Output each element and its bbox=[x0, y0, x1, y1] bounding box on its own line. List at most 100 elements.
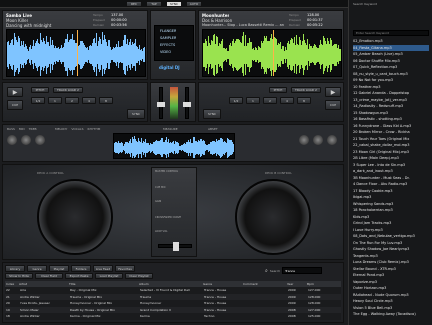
deck-a-loop-buttons: 1/2 1 2 4 8 bbox=[31, 97, 141, 105]
deck-a-jog-wheel[interactable] bbox=[37, 179, 113, 255]
play-icon: ▶ bbox=[330, 89, 336, 96]
tab-genre[interactable]: Genre bbox=[27, 265, 47, 272]
load-playlist-button[interactable]: Load Playlist bbox=[95, 273, 123, 279]
deck-a-transport: ▶ CUE PITCH TRACK LOAD 2 1/2 1 2 4 8 SYN… bbox=[2, 82, 148, 122]
knob[interactable] bbox=[35, 135, 45, 145]
jog-section: DECK A CONTROL DECK B CONTROL MASTER CON… bbox=[2, 164, 344, 260]
library-panel: Library Genre Playlist Folders Live Feed… bbox=[2, 262, 344, 323]
play-icon: ▶ bbox=[12, 89, 18, 96]
table-cell: 125.000 bbox=[308, 314, 321, 318]
deck-a-cue-button[interactable]: CUE bbox=[7, 100, 23, 110]
deck-a-remain-label: Remain bbox=[93, 23, 105, 27]
knob[interactable] bbox=[327, 135, 337, 145]
deck-b-loop-half[interactable]: 1/2 bbox=[229, 97, 243, 104]
display-video[interactable]: VIDEO bbox=[160, 50, 171, 54]
library-actions: Show In Hide Clear Field Export Paste Lo… bbox=[5, 273, 153, 279]
deck-b: Moonhunter Dos & Harrison Moonhunter... … bbox=[198, 10, 344, 80]
rec-button[interactable]: REC bbox=[126, 1, 142, 7]
tab-favorites[interactable]: Favorites bbox=[115, 265, 135, 272]
deck-b-loop-8[interactable]: 8 bbox=[297, 97, 311, 104]
table-cell: Karma - Original Mix bbox=[70, 314, 101, 318]
library-search: ⌕ Search Trance bbox=[265, 267, 323, 274]
sidebar-title: Search Keyword bbox=[353, 2, 378, 6]
deck-b-tempo-label: Tempo bbox=[289, 13, 299, 17]
deck-a-play-button[interactable]: ▶ bbox=[7, 87, 23, 97]
measure-label: MEASURE bbox=[163, 127, 178, 131]
vu-meter bbox=[170, 87, 178, 119]
deck-b-play-button[interactable]: ▶ bbox=[325, 87, 341, 97]
deck-b-transport: SYNC PITCH TRACK LOAD 2 1/2 1 2 4 8 ▶ CU… bbox=[198, 82, 344, 122]
knob[interactable] bbox=[299, 135, 309, 145]
knob[interactable] bbox=[7, 135, 17, 145]
deck-a-track-load[interactable]: TRACK LOAD 2 bbox=[53, 87, 83, 93]
deck-a-tempo-label: Tempo bbox=[93, 13, 103, 17]
deck-a-waveform[interactable] bbox=[6, 29, 146, 77]
sync-button[interactable]: SYNC bbox=[166, 1, 182, 7]
clear-field-button[interactable]: Clear Field bbox=[35, 273, 63, 279]
deck-b-track-load[interactable]: TRACK LOAD 2 bbox=[291, 87, 321, 93]
deck-a-sync-button[interactable]: SYNC bbox=[127, 109, 145, 119]
deck-a-elapsed: 00:00:00 bbox=[111, 18, 127, 22]
fader-b[interactable] bbox=[183, 87, 191, 119]
library-tabs: Library Genre Playlist Folders Live Feed… bbox=[5, 265, 135, 272]
crossfader-curve-label: CROSSFADER CURVE bbox=[155, 216, 182, 219]
deck-a-tempo: 137.00 bbox=[111, 13, 124, 17]
mixer-controls: MASTER CONTROL CUE MIX GAIN CROSSFADER C… bbox=[151, 167, 197, 257]
library-search-label: Search bbox=[269, 268, 281, 273]
display-effects[interactable]: EFFECTS bbox=[160, 43, 175, 47]
deck-a-loop-2[interactable]: 2 bbox=[65, 97, 79, 104]
tab-playlist[interactable]: Playlist bbox=[49, 265, 69, 272]
table-row[interactable]: 18 Andre Winter Karma - Original Mix Karma T… bbox=[5, 313, 341, 320]
loop-vol-label: LOOP VOL bbox=[155, 230, 168, 233]
table-cell: 18 bbox=[6, 314, 10, 318]
knob[interactable] bbox=[313, 135, 323, 145]
browser-sidebar: Search Keyword Enter Search Keyword 02_E… bbox=[348, 0, 432, 325]
deck-b-loop-buttons: 1/2 1 2 4 8 bbox=[229, 97, 319, 105]
deck-a: Samba Live Moon Killer Dancing with midn… bbox=[2, 10, 148, 80]
knob[interactable] bbox=[21, 135, 31, 145]
tap-button[interactable]: TAP bbox=[146, 1, 162, 7]
channel-faders bbox=[150, 82, 196, 122]
deck-b-tempo: 128.00 bbox=[307, 13, 320, 17]
deck-a-pitch-button[interactable]: PITCH bbox=[31, 87, 49, 93]
overview-waveform[interactable] bbox=[113, 133, 235, 159]
search-icon: ⌕ bbox=[265, 267, 268, 274]
deck-a-loop-1[interactable]: 1 bbox=[48, 97, 62, 104]
eq-vocals-label: VOCALS bbox=[71, 127, 84, 131]
sidebar-search-input[interactable]: Enter Search Keyword bbox=[353, 30, 429, 36]
file-list: 02_Emotion.mp3 04_Fiesta_Gitana.mp3 05_Amb… bbox=[353, 38, 429, 323]
deck-b-pitch-button[interactable]: PITCH bbox=[269, 87, 287, 93]
deck-b-loop-4[interactable]: 4 bbox=[280, 97, 294, 104]
deck-a-loop-half[interactable]: 1/2 bbox=[31, 97, 45, 104]
display-sampler[interactable]: SAMPLER bbox=[160, 36, 176, 40]
deck-a-loop-4[interactable]: 4 bbox=[82, 97, 96, 104]
deck-b-waveform[interactable] bbox=[202, 29, 342, 77]
display-flanger[interactable]: FLANGER bbox=[160, 29, 176, 33]
deck-b-sync-button[interactable]: SYNC bbox=[203, 109, 221, 119]
fader-a[interactable] bbox=[157, 87, 165, 119]
deck-a-control-label: DECK A CONTROL bbox=[37, 171, 64, 175]
deck-a-loop-8[interactable]: 8 bbox=[99, 97, 113, 104]
library-search-input[interactable]: Trance bbox=[282, 267, 323, 274]
clear-playlist-button[interactable]: Clear Playlist bbox=[125, 273, 153, 279]
tab-live-feed[interactable]: Live Feed bbox=[93, 265, 113, 272]
library-table: Index Artist Title Album Genre Comment Y… bbox=[5, 281, 341, 322]
deck-b-jog-wheel[interactable] bbox=[235, 179, 311, 255]
auto-button[interactable]: AUTO bbox=[186, 1, 202, 7]
center-display: FLANGER SAMPLER EFFECTS VIDEO digital DJ bbox=[150, 10, 196, 80]
eq-rhythm-label: RHYTHM bbox=[87, 127, 101, 131]
table-cell: Andre Winter bbox=[20, 314, 40, 318]
app-logo: digital DJ bbox=[159, 65, 180, 70]
tab-library[interactable]: Library bbox=[5, 265, 25, 272]
deck-b-elapsed: 00:01:37 bbox=[307, 18, 323, 22]
table-cell: 2008 bbox=[288, 314, 296, 318]
show-hide-button[interactable]: Show In Hide bbox=[5, 273, 33, 279]
deck-b-loop-1[interactable]: 1 bbox=[246, 97, 260, 104]
tab-folders[interactable]: Folders bbox=[71, 265, 91, 272]
file-list-item[interactable]: The Egg - Walking Away (Tocadisco) bbox=[353, 311, 429, 318]
crossfader[interactable] bbox=[158, 242, 192, 251]
deck-b-cue-button[interactable]: CUE bbox=[325, 100, 341, 110]
eq-row: BASS MID TREB MELODY VOCALS RHYTHM MEASU… bbox=[2, 124, 344, 162]
deck-b-loop-2[interactable]: 2 bbox=[263, 97, 277, 104]
export-paste-button[interactable]: Export Paste bbox=[65, 273, 93, 279]
